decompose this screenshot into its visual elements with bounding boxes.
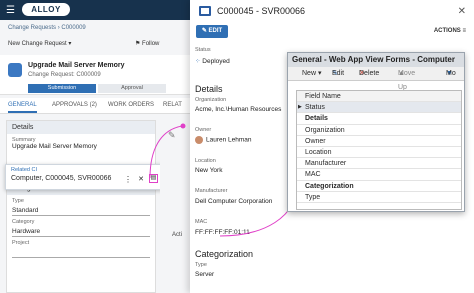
- record-subtitle: Change Request: C000009: [28, 72, 101, 78]
- summary-value: Upgrade Mail Server Memory: [12, 143, 97, 150]
- tree-group-categorization[interactable]: Categorization: [297, 181, 461, 192]
- change-request-icon: [8, 63, 22, 77]
- tab-bar: GENERAL APPROVALS (2) WORK ORDERS RELAT: [0, 98, 190, 114]
- tree-row-organization[interactable]: Organization: [297, 125, 461, 136]
- menu-lines-icon: ≡: [462, 28, 466, 34]
- workflow-steps: Submission Approval: [0, 84, 190, 94]
- record-title: Upgrade Mail Server Memory: [28, 62, 125, 69]
- current-row-icon: ▶: [298, 104, 302, 111]
- clear-icon[interactable]: ✕: [138, 175, 144, 183]
- type-label: Type: [12, 198, 24, 204]
- manufacturer-label: Manufacturer: [195, 188, 228, 194]
- details-header: Details: [7, 121, 155, 134]
- more-options-icon[interactable]: ⋮: [124, 175, 132, 184]
- step-submission: Submission: [28, 84, 96, 93]
- panel-title: C000045 - SVR00066: [217, 6, 306, 16]
- mac-label: MAC: [195, 219, 208, 225]
- field-tree: Field Name ▶ Status Details Organization …: [296, 90, 462, 210]
- owner-value: Lauren Lehman: [195, 136, 252, 144]
- tree-row-type[interactable]: Type: [297, 192, 461, 203]
- owner-name[interactable]: Lauren Lehman: [206, 137, 252, 144]
- tree-row-manufacturer[interactable]: Manufacturer: [297, 158, 461, 170]
- type-field[interactable]: Standard: [12, 205, 150, 216]
- location-value: New York: [195, 167, 223, 174]
- category-label: Category: [12, 219, 35, 225]
- breadcrumb-current: C000009: [61, 25, 86, 31]
- panel-type-label: Type: [195, 262, 207, 268]
- activity-label: Acti: [172, 232, 183, 238]
- menu-icon[interactable]: ☰: [6, 5, 15, 16]
- related-ci-card: Related CI Computer, C000045, SVR00066 ⋮…: [5, 164, 163, 190]
- related-ci-label: Related CI: [11, 167, 37, 173]
- new-request-label: New Change Request ▾: [8, 41, 72, 47]
- mac-value: FF:FF:FF:FF:01:11: [195, 229, 250, 236]
- pencil-icon[interactable]: ✎: [168, 130, 176, 141]
- follow-icon: ⚑: [135, 41, 143, 47]
- tab-work-orders[interactable]: WORK ORDERS: [108, 102, 154, 108]
- edit-button[interactable]: ✎ EDIT: [196, 25, 228, 38]
- location-label: Location: [195, 158, 216, 164]
- tree-row-status-label: Status: [305, 104, 325, 112]
- organization-value: Acme, Inc.\Human Resources: [195, 106, 282, 113]
- project-field[interactable]: [12, 247, 150, 258]
- edit-pencil-icon: ✎: [201, 28, 209, 34]
- edit-tool-label: Edit: [332, 70, 345, 77]
- follow-button[interactable]: ⚑ Follow: [135, 40, 159, 52]
- tab-approvals[interactable]: APPROVALS (2): [52, 102, 97, 108]
- actions-label: ACTIONS: [433, 28, 461, 34]
- open-record-icon[interactable]: ▤: [149, 174, 158, 183]
- form-designer-title: General - Web App View Forms - Computer: [288, 53, 464, 67]
- actions-menu[interactable]: ACTIONS ≡: [434, 28, 466, 34]
- new-change-request-button[interactable]: New Change Request ▾: [8, 40, 71, 52]
- details-header: Details: [195, 84, 223, 94]
- close-icon[interactable]: ✕: [458, 6, 466, 17]
- edit-label: EDIT: [208, 28, 223, 34]
- project-label: Project: [12, 240, 30, 246]
- categorization-header: Categorization: [195, 249, 254, 259]
- avatar: [195, 136, 203, 144]
- manufacturer-value: Dell Computer Corporation: [195, 198, 273, 205]
- status-value-text: Deployed: [202, 58, 230, 65]
- new-button[interactable]: New ▾: [302, 67, 321, 81]
- category-field[interactable]: Hardware: [12, 226, 150, 237]
- tree-header: Field Name: [297, 91, 461, 103]
- tree-row-owner[interactable]: Owner: [297, 136, 461, 147]
- form-designer-toolbar: New ▾ ✎ Edit ✕ Delete ▲ Move Up ▼ Mo: [288, 67, 464, 91]
- breadcrumb-parent[interactable]: Change Requests: [8, 25, 56, 31]
- status-label: Status: [195, 47, 211, 53]
- logo-text: ALLOY: [31, 5, 61, 14]
- delete-label: Delete: [359, 70, 380, 77]
- panel-type-value: Server: [195, 271, 215, 278]
- form-designer-window: General - Web App View Forms - Computer …: [287, 52, 465, 212]
- right-column: ✎ Acti: [160, 120, 190, 293]
- owner-label: Owner: [195, 127, 212, 133]
- tree-group-details[interactable]: Details: [297, 113, 461, 125]
- left-form: Details Summary Upgrade Mail Server Memo…: [6, 120, 156, 293]
- tree-row-status[interactable]: ▶ Status: [297, 102, 461, 114]
- organization-label: Organization: [195, 97, 227, 103]
- tab-general[interactable]: GENERAL: [8, 102, 37, 113]
- computer-icon: [199, 6, 211, 16]
- status-value: ⁘ Deployed: [195, 57, 230, 65]
- tree-row-mac[interactable]: MAC: [297, 169, 461, 181]
- breadcrumb: Change Requests › C000009: [8, 25, 86, 31]
- tab-related[interactable]: RELAT: [163, 102, 182, 108]
- logo: ALLOY: [22, 3, 70, 16]
- tree-row-location[interactable]: Location: [297, 147, 461, 159]
- follow-label: Follow: [142, 41, 160, 47]
- more-label: Mo: [446, 70, 456, 77]
- step-approval: Approval: [98, 84, 166, 93]
